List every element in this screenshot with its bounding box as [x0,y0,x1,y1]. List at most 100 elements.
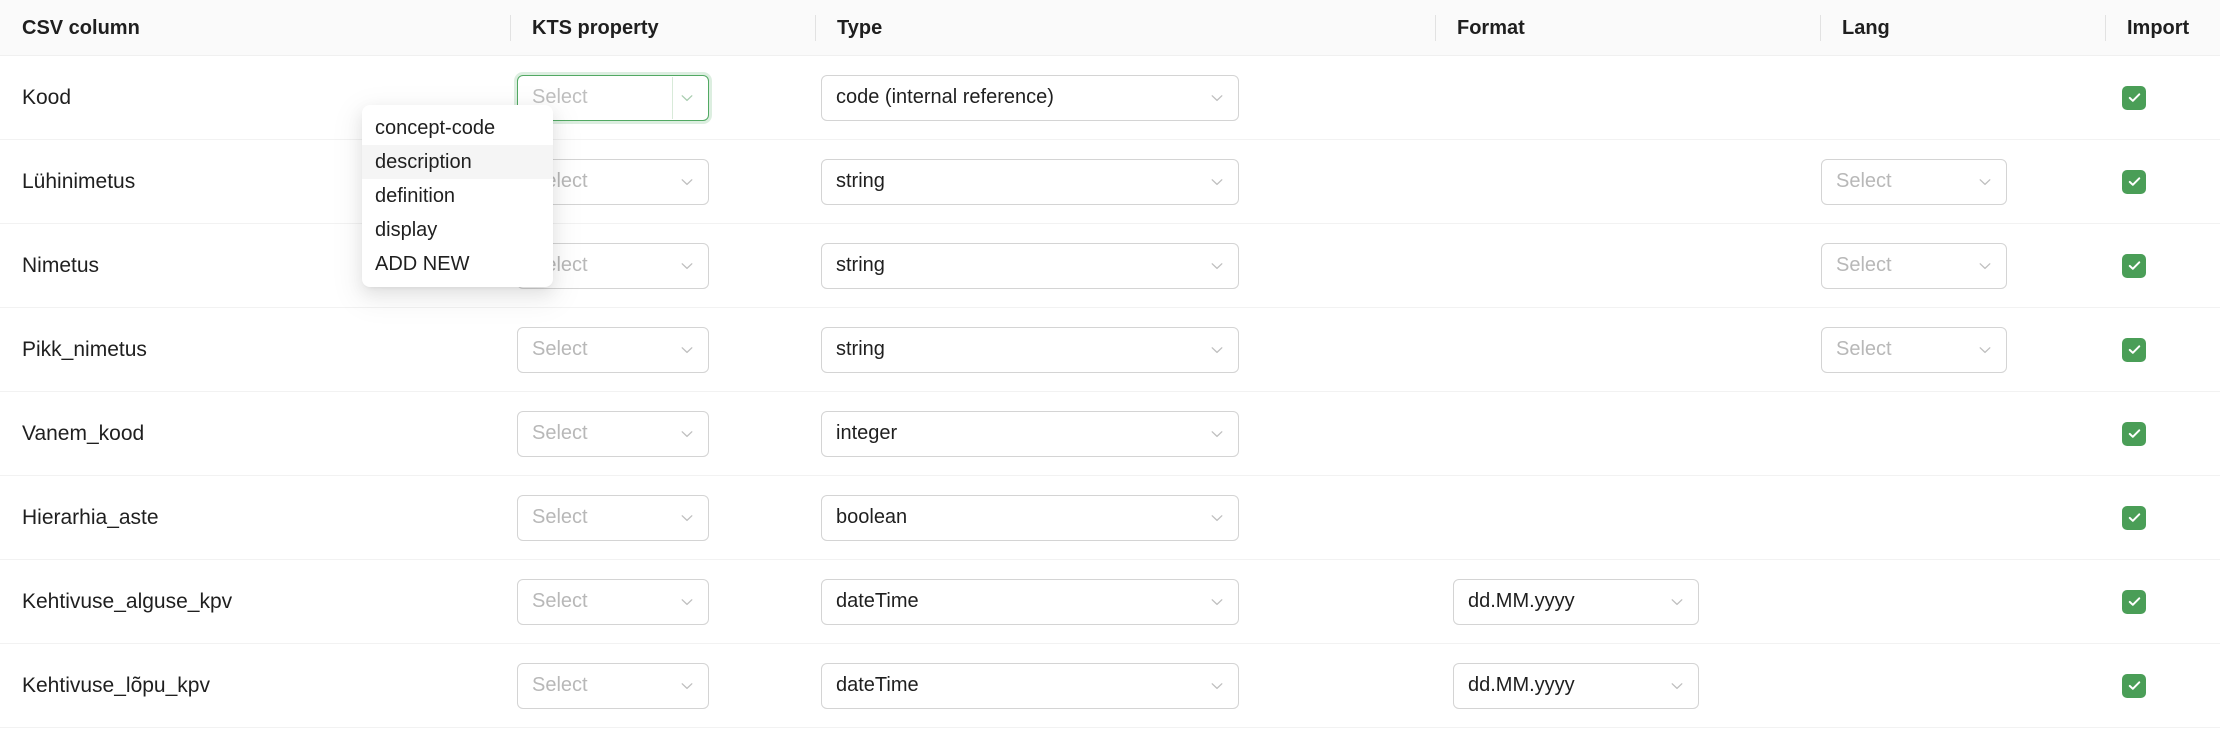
lang-empty [1821,560,2105,643]
cell-kts-property: Select [510,644,815,727]
type-select-value: string [836,170,885,193]
cell-import [2105,560,2220,643]
import-checkbox[interactable] [2122,86,2146,110]
lang-select[interactable]: Select [1821,159,2007,205]
format-select-value: dd.MM.yyyy [1468,590,1575,613]
type-select-value: code (internal reference) [836,86,1054,109]
import-checkbox[interactable] [2122,338,2146,362]
kts-property-select[interactable]: Select [517,663,709,709]
cell-lang [1820,56,2105,139]
kts-property-select-value: Select [532,506,588,529]
dropdown-option[interactable]: description [362,145,553,179]
chevron-down-icon [1209,510,1225,526]
type-select-value: dateTime [836,674,919,697]
type-select[interactable]: code (internal reference) [821,75,1239,121]
import-checkbox[interactable] [2122,674,2146,698]
csv-column-name: Pikk_nimetus [0,338,147,362]
csv-column-name: Hierarhia_aste [0,506,159,530]
kts-property-select-value: Select [532,338,588,361]
chevron-down-icon [679,90,695,106]
import-checkbox[interactable] [2122,590,2146,614]
type-select[interactable]: dateTime [821,579,1239,625]
check-icon [2127,174,2142,189]
lang-select[interactable]: Select [1821,243,2007,289]
cell-import [2105,392,2220,475]
type-select[interactable]: integer [821,411,1239,457]
cell-lang: Select [1820,140,2105,223]
cell-kts-property: Select [510,308,815,391]
cell-type: string [815,308,1435,391]
kts-property-select-value: Select [532,590,588,613]
type-select[interactable]: boolean [821,495,1239,541]
kts-property-select[interactable]: Select [517,411,709,457]
chevron-down-icon [1209,258,1225,274]
import-checkbox[interactable] [2122,506,2146,530]
chevron-down-icon [679,594,695,610]
lang-empty [1821,476,2105,559]
cell-csv-column: Vanem_kood [0,392,510,475]
column-header-type: Type [815,13,1435,43]
import-checkbox[interactable] [2122,422,2146,446]
table-row: Vanem_koodSelect integer [0,392,2220,476]
format-empty [1453,308,1820,391]
lang-select[interactable]: Select [1821,327,2007,373]
check-icon [2127,258,2142,273]
check-icon [2127,90,2142,105]
table-row: Kehtivuse_lõpu_kpvSelect dateTime dd.MM.yy… [0,644,2220,728]
cell-type: integer [815,392,1435,475]
format-select[interactable]: dd.MM.yyyy [1453,579,1699,625]
dropdown-option[interactable]: ADD NEW [362,247,553,281]
chevron-down-icon [1209,90,1225,106]
import-checkbox[interactable] [2122,254,2146,278]
cell-import [2105,308,2220,391]
type-select-value: string [836,254,885,277]
column-header-import: Import [2105,13,2220,43]
format-select[interactable]: dd.MM.yyyy [1453,663,1699,709]
lang-empty [1821,644,2105,727]
cell-import [2105,224,2220,307]
csv-column-name: Kehtivuse_alguse_kpv [0,590,232,614]
type-select[interactable]: string [821,243,1239,289]
chevron-down-icon [1209,426,1225,442]
cell-import [2105,140,2220,223]
chevron-down-icon [1977,258,1993,274]
column-header-kts-property: KTS property [510,13,815,43]
chevron-down-icon [1209,594,1225,610]
check-icon [2127,594,2142,609]
type-select[interactable]: string [821,159,1239,205]
chevron-down-icon [1977,342,1993,358]
format-empty [1453,224,1820,307]
select-divider [672,77,673,119]
cell-type: string [815,224,1435,307]
import-checkbox[interactable] [2122,170,2146,194]
type-select-value: integer [836,422,897,445]
cell-kts-property: Select [510,392,815,475]
format-empty [1453,56,1820,139]
csv-mapping-table: CSV column KTS property Type Format Lang… [0,0,2220,752]
cell-csv-column: Hierarhia_aste [0,476,510,559]
cell-kts-property: Select [510,224,815,307]
kts-property-select[interactable]: Select [517,327,709,373]
kts-property-select[interactable]: Select [517,579,709,625]
cell-type: string [815,140,1435,223]
cell-import [2105,644,2220,727]
cell-type: boolean [815,476,1435,559]
lang-select-value: Select [1836,338,1892,361]
column-header-label: Import [2105,18,2189,38]
table-header-row: CSV column KTS property Type Format Lang… [0,0,2220,56]
dropdown-option[interactable]: display [362,213,553,247]
check-icon [2127,342,2142,357]
column-header-label: Format [1435,18,1525,38]
kts-property-select[interactable]: Select [517,495,709,541]
dropdown-option[interactable]: concept-code [362,111,553,145]
type-select[interactable]: dateTime [821,663,1239,709]
type-select[interactable]: string [821,327,1239,373]
cell-kts-property: Select [510,56,815,139]
cell-kts-property: Select [510,140,815,223]
chevron-down-icon [1669,594,1685,610]
cell-import [2105,56,2220,139]
kts-property-dropdown-menu[interactable]: concept-codedescriptiondefinitiondisplay… [362,105,553,287]
cell-lang [1820,392,2105,475]
cell-csv-column: Kehtivuse_lõpu_kpv [0,644,510,727]
dropdown-option[interactable]: definition [362,179,553,213]
